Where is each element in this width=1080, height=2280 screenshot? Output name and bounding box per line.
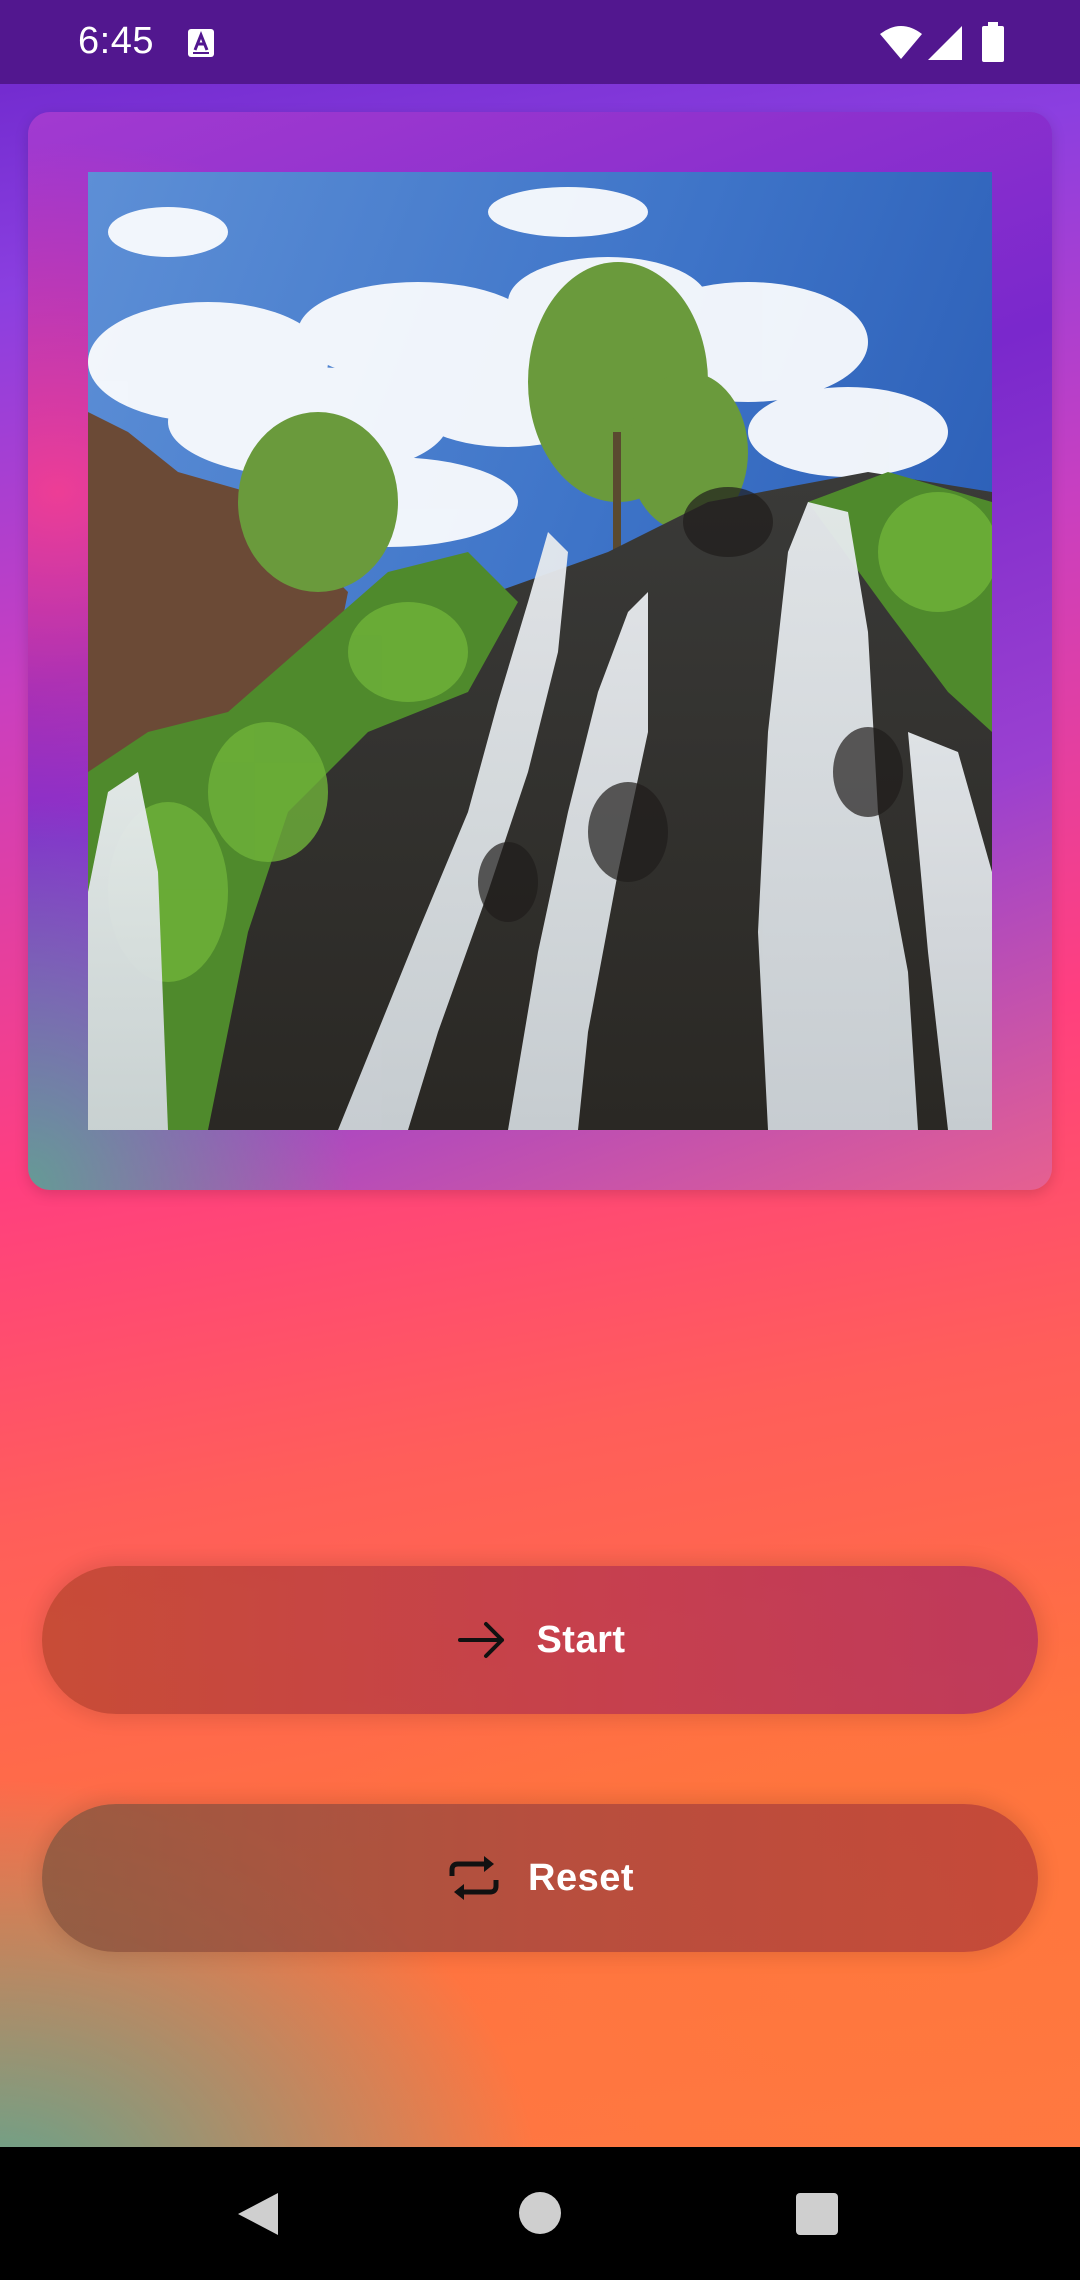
battery-icon <box>982 22 1004 62</box>
waterfall-photo <box>88 172 992 1130</box>
waterfall-image <box>88 172 992 1130</box>
status-bar: 6:45 <box>0 0 1080 84</box>
image-card <box>28 112 1052 1190</box>
status-time: 6:45 <box>78 20 154 62</box>
start-button-label: Start <box>536 1618 626 1661</box>
reset-button-label: Reset <box>528 1856 634 1899</box>
signal-icon <box>928 26 962 60</box>
keyboard-a-icon <box>188 29 214 57</box>
navigation-bar <box>0 2147 1080 2280</box>
reset-button[interactable]: Reset <box>42 1804 1038 1952</box>
arrow-right-icon <box>458 1622 505 1658</box>
start-button[interactable]: Start <box>42 1566 1038 1714</box>
home-icon[interactable] <box>518 2191 562 2235</box>
back-icon[interactable] <box>236 2191 280 2237</box>
repeat-icon <box>449 1856 499 1900</box>
app-screen: 6:45 Start Reset <box>0 0 1080 2280</box>
wifi-icon <box>880 26 922 59</box>
recents-icon[interactable] <box>796 2193 838 2235</box>
